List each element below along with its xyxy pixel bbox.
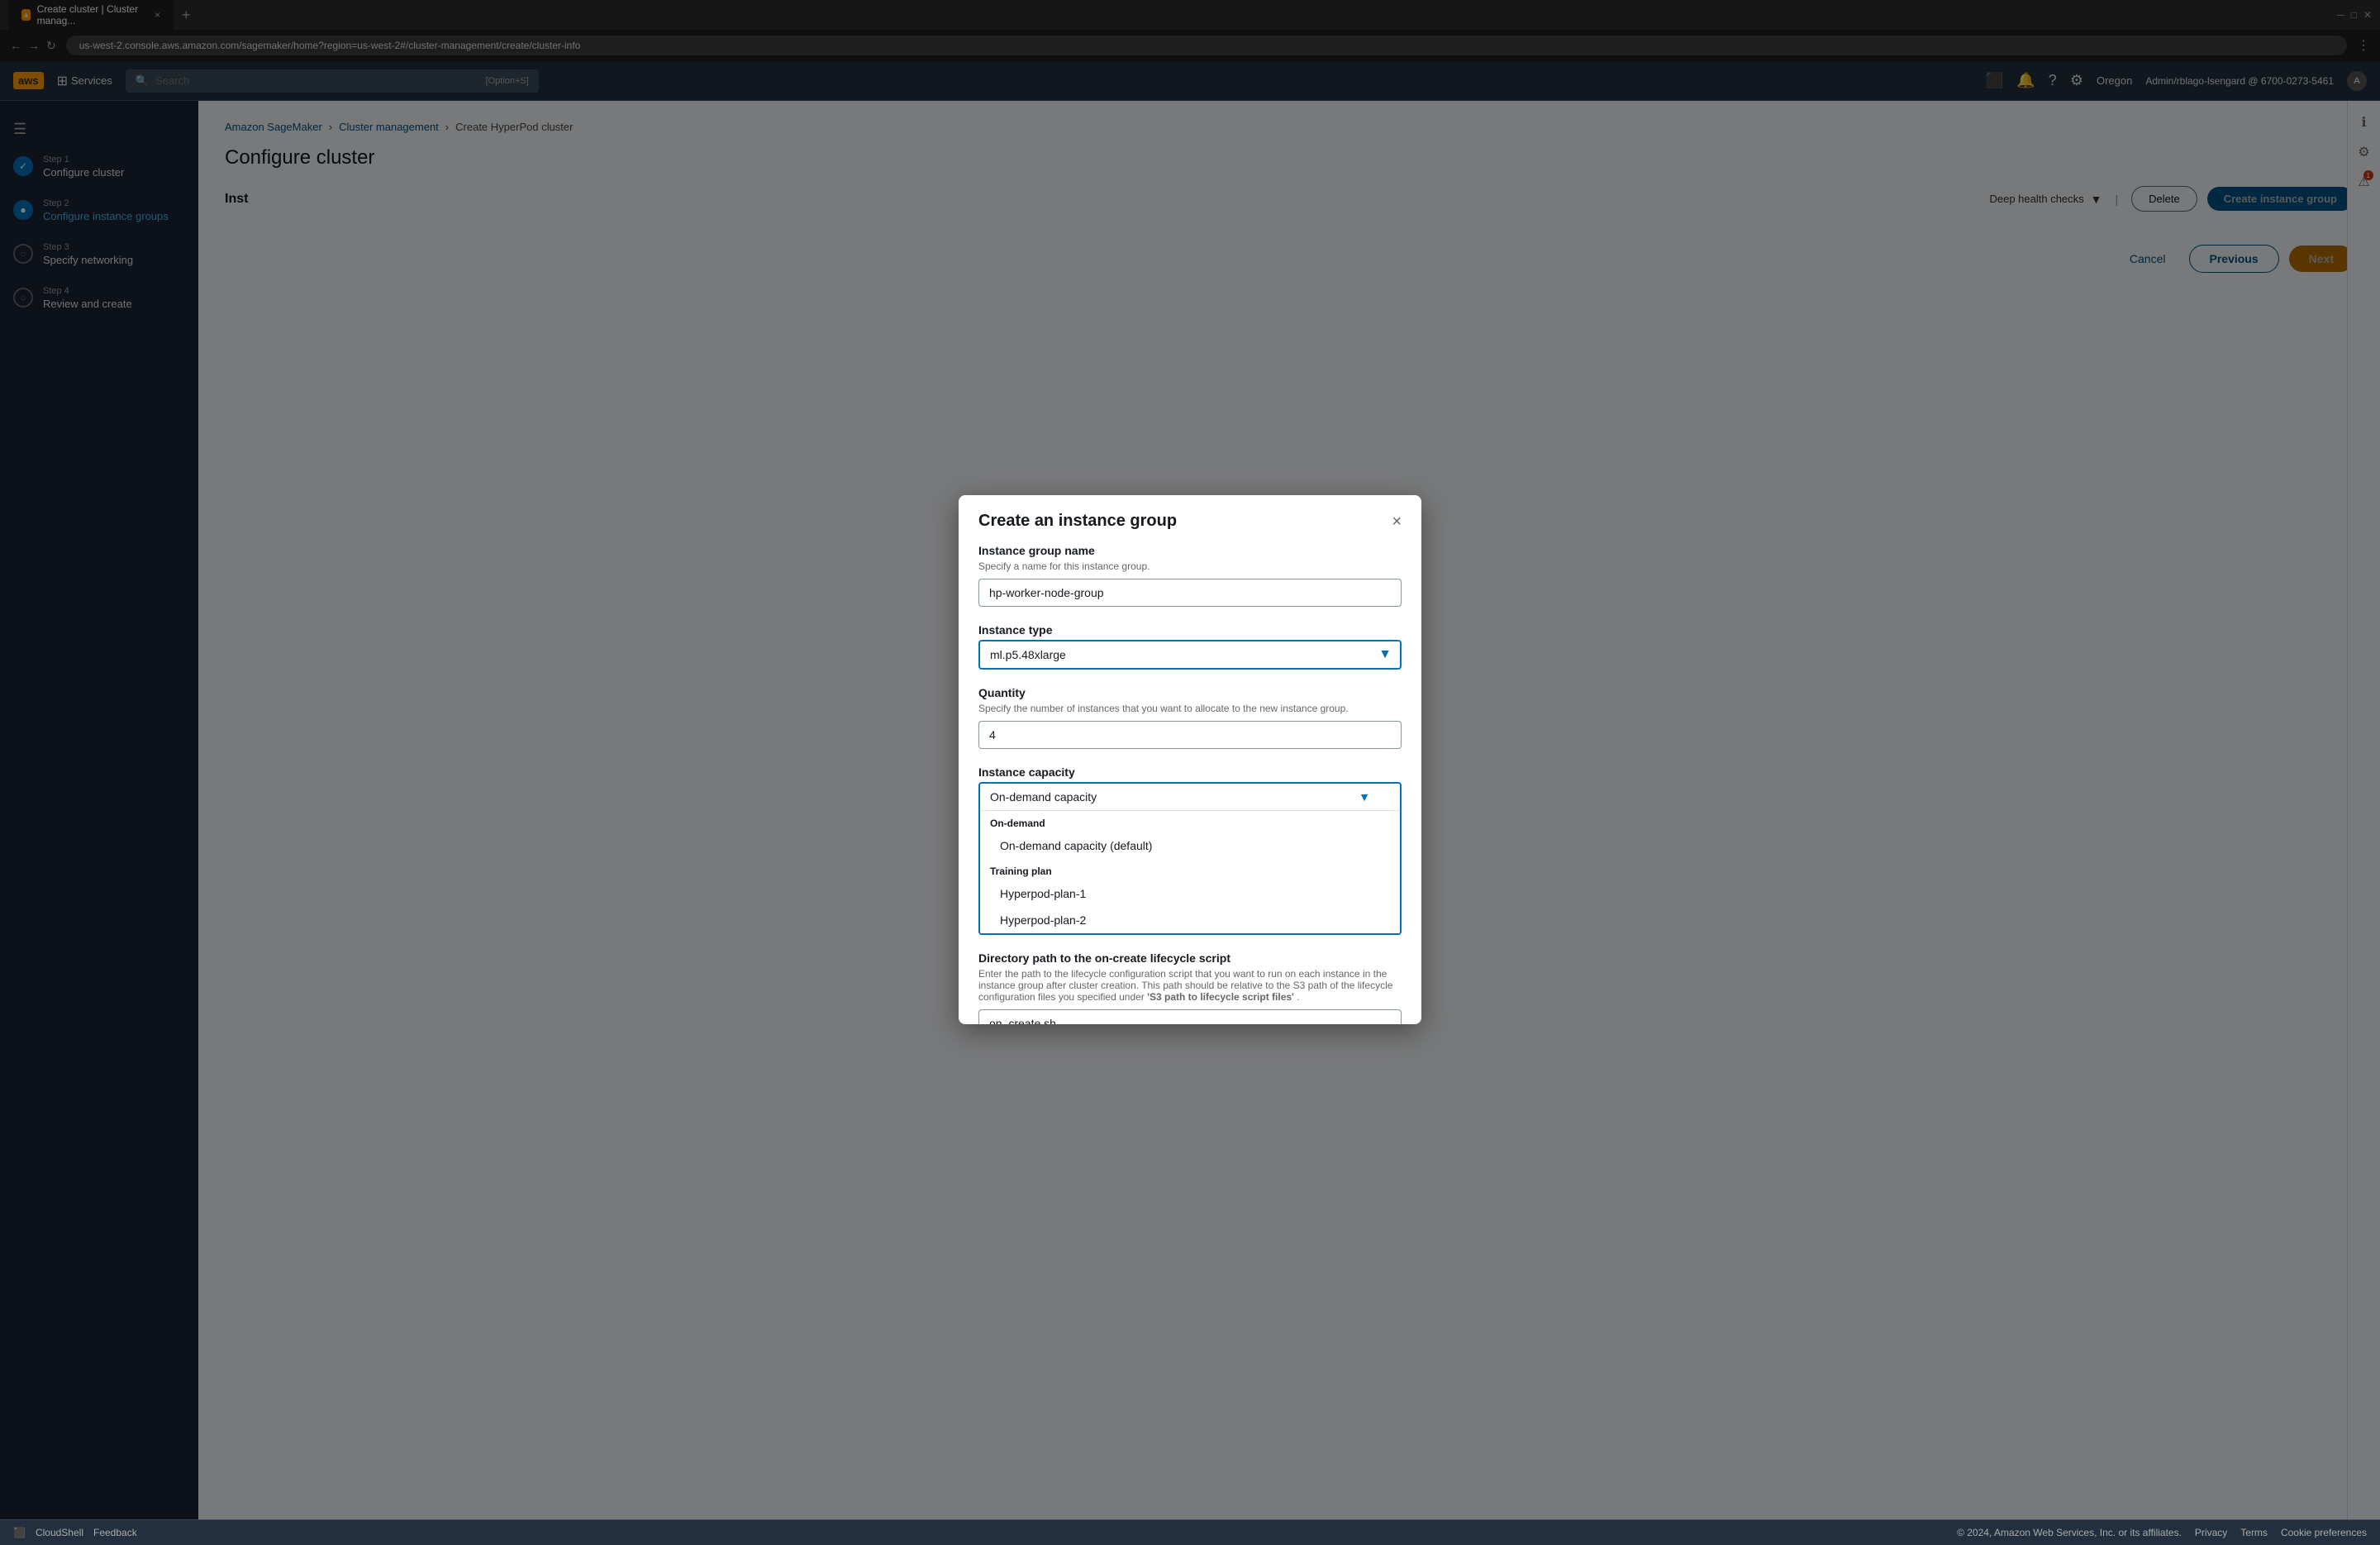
dropdown-group-training-plan: Training plan <box>980 859 1400 880</box>
modal-header: Create an instance group × <box>959 495 1421 544</box>
quantity-hint: Specify the number of instances that you… <box>978 703 1402 714</box>
quantity-input[interactable] <box>978 721 1402 749</box>
dropdown-item-hyperpod-plan-2[interactable]: Hyperpod-plan-2 <box>980 907 1400 933</box>
quantity-group: Quantity Specify the number of instances… <box>978 686 1402 749</box>
instance-capacity-dropdown-list: On-demand On-demand capacity (default) T… <box>980 810 1400 933</box>
dropdown-item-on-demand-default[interactable]: On-demand capacity (default) <box>980 832 1400 859</box>
dropdown-item-hyperpod-plan-1[interactable]: Hyperpod-plan-1 <box>980 880 1400 907</box>
footer-privacy[interactable]: Privacy <box>2195 1527 2227 1538</box>
cloudshell-icon: ⬛ <box>13 1527 26 1538</box>
create-instance-group-modal: Create an instance group × Instance grou… <box>959 495 1421 1024</box>
dropdown-group-on-demand: On-demand <box>980 811 1400 832</box>
instance-capacity-dropdown[interactable]: On-demand capacity ▼ On-demand On-demand… <box>978 782 1402 935</box>
instance-type-select[interactable]: ml.p5.48xlarge ml.p4d.24xlarge ml.g5.xla… <box>978 640 1402 670</box>
footer-terms[interactable]: Terms <box>2240 1527 2268 1538</box>
quantity-label: Quantity <box>978 686 1402 699</box>
instance-group-name-group: Instance group name Specify a name for t… <box>978 544 1402 607</box>
modal-title: Create an instance group <box>978 512 1177 531</box>
instance-group-name-hint: Specify a name for this instance group. <box>978 560 1402 572</box>
cloudshell-label[interactable]: CloudShell <box>36 1527 83 1538</box>
instance-capacity-selected: On-demand capacity <box>990 790 1097 803</box>
footer-right: © 2024, Amazon Web Services, Inc. or its… <box>1957 1527 2367 1538</box>
lifecycle-script-hint: Enter the path to the lifecycle configur… <box>978 968 1402 1003</box>
instance-group-name-label: Instance group name <box>978 544 1402 557</box>
page-footer: ⬛ CloudShell Feedback © 2024, Amazon Web… <box>0 1519 2380 1545</box>
lifecycle-script-group: Directory path to the on-create lifecycl… <box>978 951 1402 1024</box>
instance-capacity-arrow: ▼ <box>1359 790 1370 803</box>
lifecycle-script-input[interactable] <box>978 1009 1402 1024</box>
lifecycle-script-label: Directory path to the on-create lifecycl… <box>978 951 1402 965</box>
lifecycle-script-hint-bold: 'S3 path to lifecycle script files' <box>1147 991 1294 1003</box>
instance-type-label: Instance type <box>978 623 1402 637</box>
footer-left: ⬛ CloudShell Feedback <box>13 1527 137 1538</box>
modal-close-button[interactable]: × <box>1392 513 1402 530</box>
feedback-label[interactable]: Feedback <box>93 1527 137 1538</box>
modal-body: Instance group name Specify a name for t… <box>959 544 1421 1024</box>
footer-copyright: © 2024, Amazon Web Services, Inc. or its… <box>1957 1527 2182 1538</box>
instance-type-group: Instance type ml.p5.48xlarge ml.p4d.24xl… <box>978 623 1402 670</box>
instance-capacity-trigger[interactable]: On-demand capacity ▼ <box>980 784 1400 810</box>
instance-capacity-label: Instance capacity <box>978 765 1402 779</box>
instance-capacity-group: Instance capacity On-demand capacity ▼ O… <box>978 765 1402 935</box>
footer-cookies[interactable]: Cookie preferences <box>2281 1527 2367 1538</box>
instance-type-select-wrapper: ml.p5.48xlarge ml.p4d.24xlarge ml.g5.xla… <box>978 640 1402 670</box>
instance-group-name-input[interactable] <box>978 579 1402 607</box>
